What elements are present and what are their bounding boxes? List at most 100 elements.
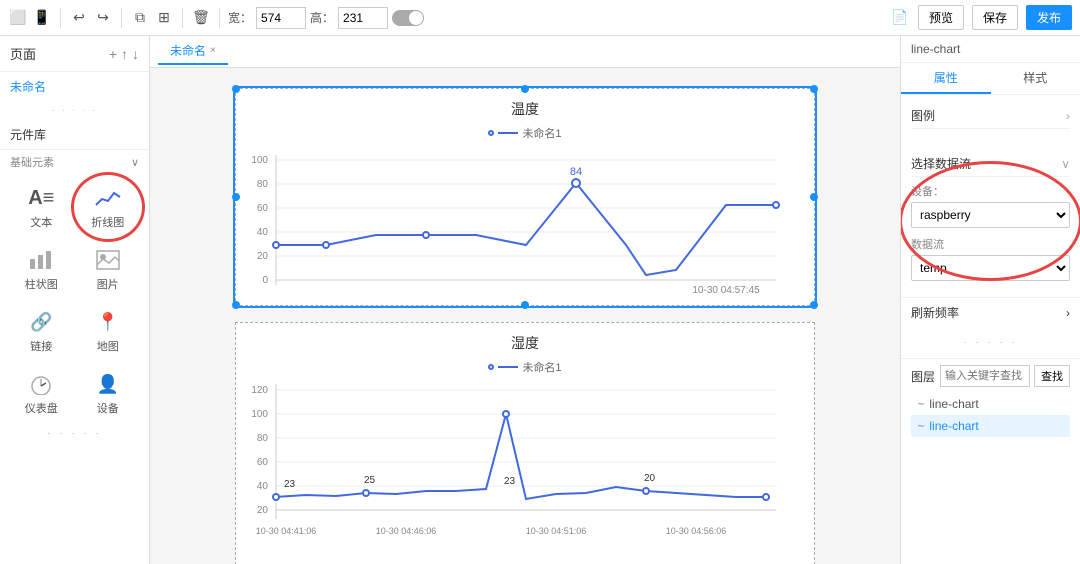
resize-handle-tr[interactable]: [810, 85, 818, 93]
tab-close-icon[interactable]: ×: [210, 45, 216, 56]
canvas-content[interactable]: 温度 未命名1 100 80 60 40 20 0: [150, 68, 900, 564]
right-dotted-sep: · · · · ·: [901, 329, 1080, 356]
page-item[interactable]: 未命名: [0, 72, 149, 101]
refresh-arrow: ›: [1066, 306, 1070, 320]
layers-find-btn[interactable]: 查找: [1034, 365, 1070, 387]
resize-handle-bm[interactable]: [521, 301, 529, 309]
stream-select[interactable]: temp: [911, 255, 1070, 281]
humidity-chart-container[interactable]: 湿度 未命名1 120 100 80 60 40 20: [235, 322, 815, 564]
svg-text:80: 80: [257, 433, 269, 444]
legend-line-humi: [498, 366, 518, 368]
toolbar-left-icons: ⬜ 📱 ↩ ↪ ⧉ ⊞ 🗑 宽： 高：: [8, 7, 424, 29]
file-icon[interactable]: 📄: [890, 8, 910, 28]
map-icon: 📍: [94, 308, 122, 336]
lib-item-text[interactable]: A≡ 文本: [10, 178, 73, 236]
canvas-tabs: 未命名 ×: [150, 36, 900, 68]
resize-handle-tl[interactable]: [232, 85, 240, 93]
height-label: 高：: [310, 9, 334, 26]
sep1: [60, 8, 61, 28]
layer-icon-2: ∼: [917, 421, 925, 432]
humi-chart-svg: 120 100 80 60 40 20: [246, 379, 786, 554]
lib-item-linechart[interactable]: 折线图: [77, 178, 140, 236]
tab-properties[interactable]: 属性: [901, 63, 991, 94]
lib-linechart-label: 折线图: [91, 214, 124, 230]
layers-label: 图层: [911, 368, 935, 385]
grid-icon[interactable]: ⊞: [154, 8, 174, 28]
right-panel-title: line-chart: [901, 36, 1080, 63]
lib-item-image[interactable]: 图片: [77, 240, 140, 298]
canvas-tab-active[interactable]: 未命名 ×: [158, 38, 228, 65]
lib-item-map[interactable]: 📍 地图: [77, 302, 140, 360]
svg-text:60: 60: [257, 457, 269, 468]
svg-text:80: 80: [257, 179, 269, 190]
layers-search-input[interactable]: [940, 365, 1030, 387]
layer-label-2: line-chart: [929, 419, 978, 433]
sep4: [219, 8, 220, 28]
datasource-arrow: ∨: [1061, 157, 1070, 171]
device-label: 设备：: [911, 183, 1070, 199]
resize-handle-br[interactable]: [810, 301, 818, 309]
undo-icon[interactable]: ↩: [69, 8, 89, 28]
svg-text:23: 23: [504, 476, 516, 487]
datasource-label: 选择数据流: [911, 155, 971, 172]
lib-item-barchart[interactable]: 柱状图: [10, 240, 73, 298]
linechart-icon: [94, 184, 122, 212]
layer-icon-1: ∼: [917, 399, 925, 410]
mobile-icon[interactable]: 📱: [32, 8, 52, 28]
resize-handle-ml[interactable]: [232, 193, 240, 201]
layer-item-1[interactable]: ∼ line-chart: [911, 393, 1070, 415]
toolbar: ⬜ 📱 ↩ ↪ ⧉ ⊞ 🗑 宽： 高： 📄 预览 保存 发布: [0, 0, 1080, 36]
layer-item-2[interactable]: ∼ line-chart: [911, 415, 1070, 437]
toggle-switch[interactable]: [392, 10, 424, 26]
move-down-icon[interactable]: ↓: [132, 46, 139, 62]
svg-text:25: 25: [364, 475, 376, 486]
datasource-title[interactable]: 选择数据流 ∨: [911, 151, 1070, 177]
legend-line-temp: [498, 132, 518, 134]
section-chevron[interactable]: ∨: [131, 156, 139, 169]
layers-header: 图层 查找: [911, 365, 1070, 387]
pages-title: 页面: [10, 44, 109, 63]
sep2: [121, 8, 122, 28]
svg-text:120: 120: [251, 385, 268, 396]
resize-handle-bl[interactable]: [232, 301, 240, 309]
refresh-label: 刷新频率: [911, 304, 959, 321]
lib-map-label: 地图: [97, 338, 119, 354]
lib-dashboard-label: 仪表盘: [25, 400, 58, 416]
temperature-chart-container[interactable]: 温度 未命名1 100 80 60 40 20 0: [235, 88, 815, 306]
dotted-sep-1: · · · · ·: [0, 101, 149, 120]
monitor-icon[interactable]: ⬜: [8, 8, 28, 28]
copy-icon[interactable]: ⧉: [130, 8, 150, 28]
redo-icon[interactable]: ↪: [93, 8, 113, 28]
legend-title[interactable]: 图例 ›: [911, 103, 1070, 129]
link-icon: 🔗: [27, 308, 55, 336]
publish-button[interactable]: 发布: [1026, 5, 1072, 30]
resize-handle-tm[interactable]: [521, 85, 529, 93]
resize-handle-mr[interactable]: [810, 193, 818, 201]
text-icon: A≡: [27, 184, 55, 212]
lib-item-link[interactable]: 🔗 链接: [10, 302, 73, 360]
device-select[interactable]: raspberry: [911, 202, 1070, 228]
width-label: 宽：: [228, 9, 252, 26]
lib-item-dashboard[interactable]: 仪表盘: [10, 364, 73, 422]
basic-section-title: 基础元素 ∨: [0, 150, 149, 174]
height-input[interactable]: [338, 7, 388, 29]
save-button[interactable]: 保存: [972, 5, 1018, 30]
lib-text-label: 文本: [30, 214, 52, 230]
tab-style[interactable]: 样式: [991, 63, 1080, 94]
sep3: [182, 8, 183, 28]
dashboard-icon: [27, 370, 55, 398]
lib-item-device[interactable]: 👤 设备: [77, 364, 140, 422]
tab-label: 未命名: [170, 42, 206, 59]
lib-barchart-label: 柱状图: [25, 276, 58, 292]
refresh-section[interactable]: 刷新频率 ›: [901, 297, 1080, 327]
main-layout: 页面 + ↑ ↓ 未命名 · · · · · 元件库 基础元素 ∨ A≡ 文本: [0, 36, 1080, 564]
add-page-icon[interactable]: +: [109, 46, 117, 62]
legend-label: 图例: [911, 107, 935, 124]
delete-icon[interactable]: 🗑: [191, 8, 211, 28]
move-up-icon[interactable]: ↑: [121, 46, 128, 62]
preview-button[interactable]: 预览: [918, 5, 964, 30]
width-input[interactable]: [256, 7, 306, 29]
right-panel-scroll[interactable]: 图例 › 选择数据流 ∨ 设备： raspberry: [901, 95, 1080, 564]
svg-text:10-30 04:56:06: 10-30 04:56:06: [666, 526, 727, 536]
device-icon: 👤: [94, 370, 122, 398]
